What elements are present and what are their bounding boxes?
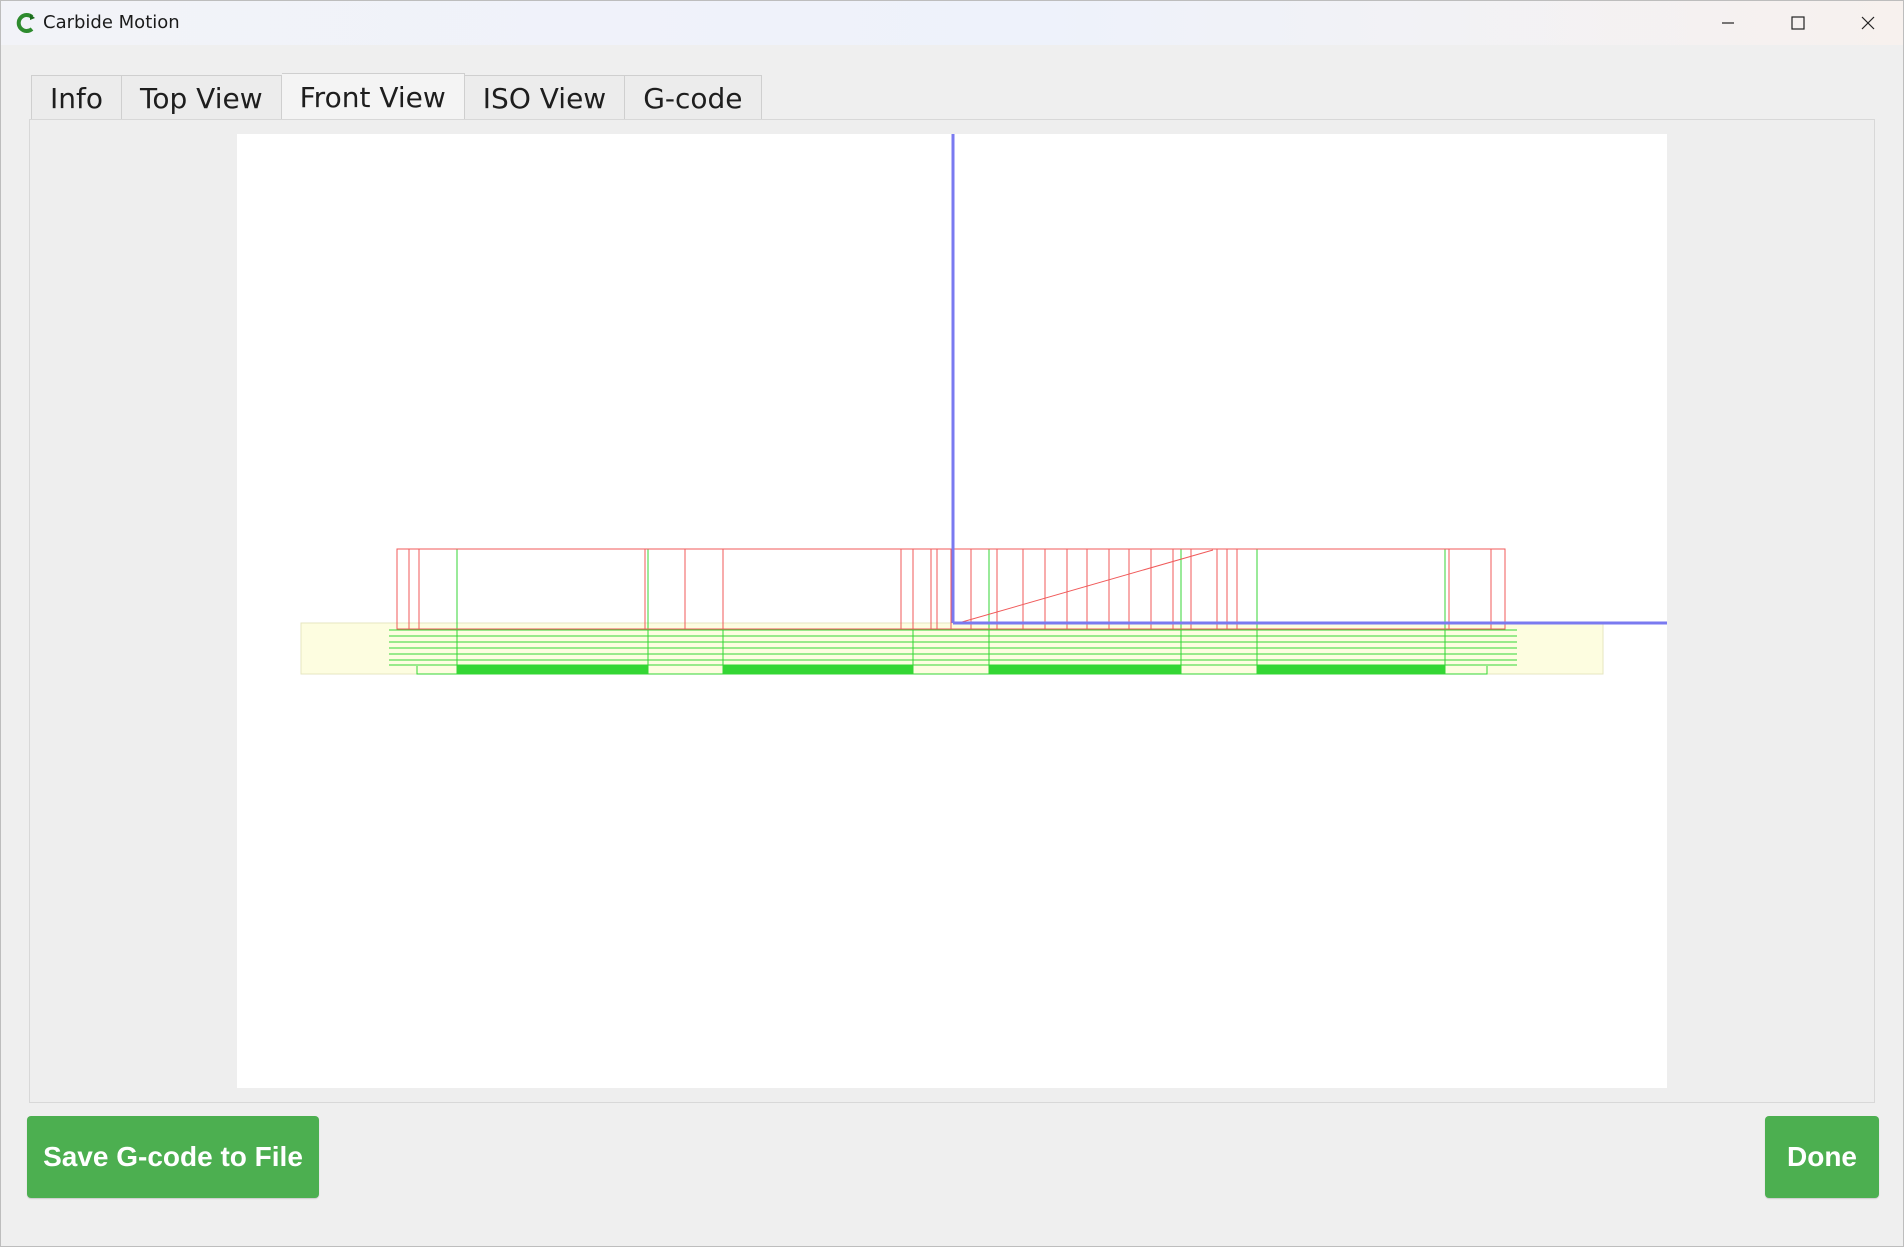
minimize-button[interactable]	[1693, 1, 1763, 45]
toolpath-preview	[300, 134, 1667, 675]
carbide-logo-icon	[16, 13, 35, 33]
tab-iso-view[interactable]: ISO View	[464, 75, 626, 121]
app-window: Carbide Motion Info Top View Front View …	[0, 0, 1904, 1247]
tab-gcode[interactable]: G-code	[625, 75, 762, 121]
save-gcode-button[interactable]: Save G-code to File	[27, 1116, 319, 1198]
axis-lines	[951, 134, 1667, 625]
rapid-moves	[396, 548, 1506, 630]
front-view-canvas[interactable]	[237, 134, 1667, 1088]
tab-front-view[interactable]: Front View	[281, 73, 465, 121]
close-icon	[1861, 16, 1875, 30]
tab-info[interactable]: Info	[31, 75, 122, 121]
done-button[interactable]: Done	[1765, 1116, 1879, 1198]
tab-top-view[interactable]: Top View	[122, 75, 282, 121]
view-tabs: Info Top View Front View ISO View G-code	[31, 73, 762, 121]
maximize-icon	[1791, 16, 1805, 30]
close-button[interactable]	[1833, 1, 1903, 45]
minimize-icon	[1722, 22, 1734, 24]
maximize-button[interactable]	[1763, 1, 1833, 45]
window-title: Carbide Motion	[43, 12, 180, 33]
title-bar: Carbide Motion	[1, 1, 1903, 45]
